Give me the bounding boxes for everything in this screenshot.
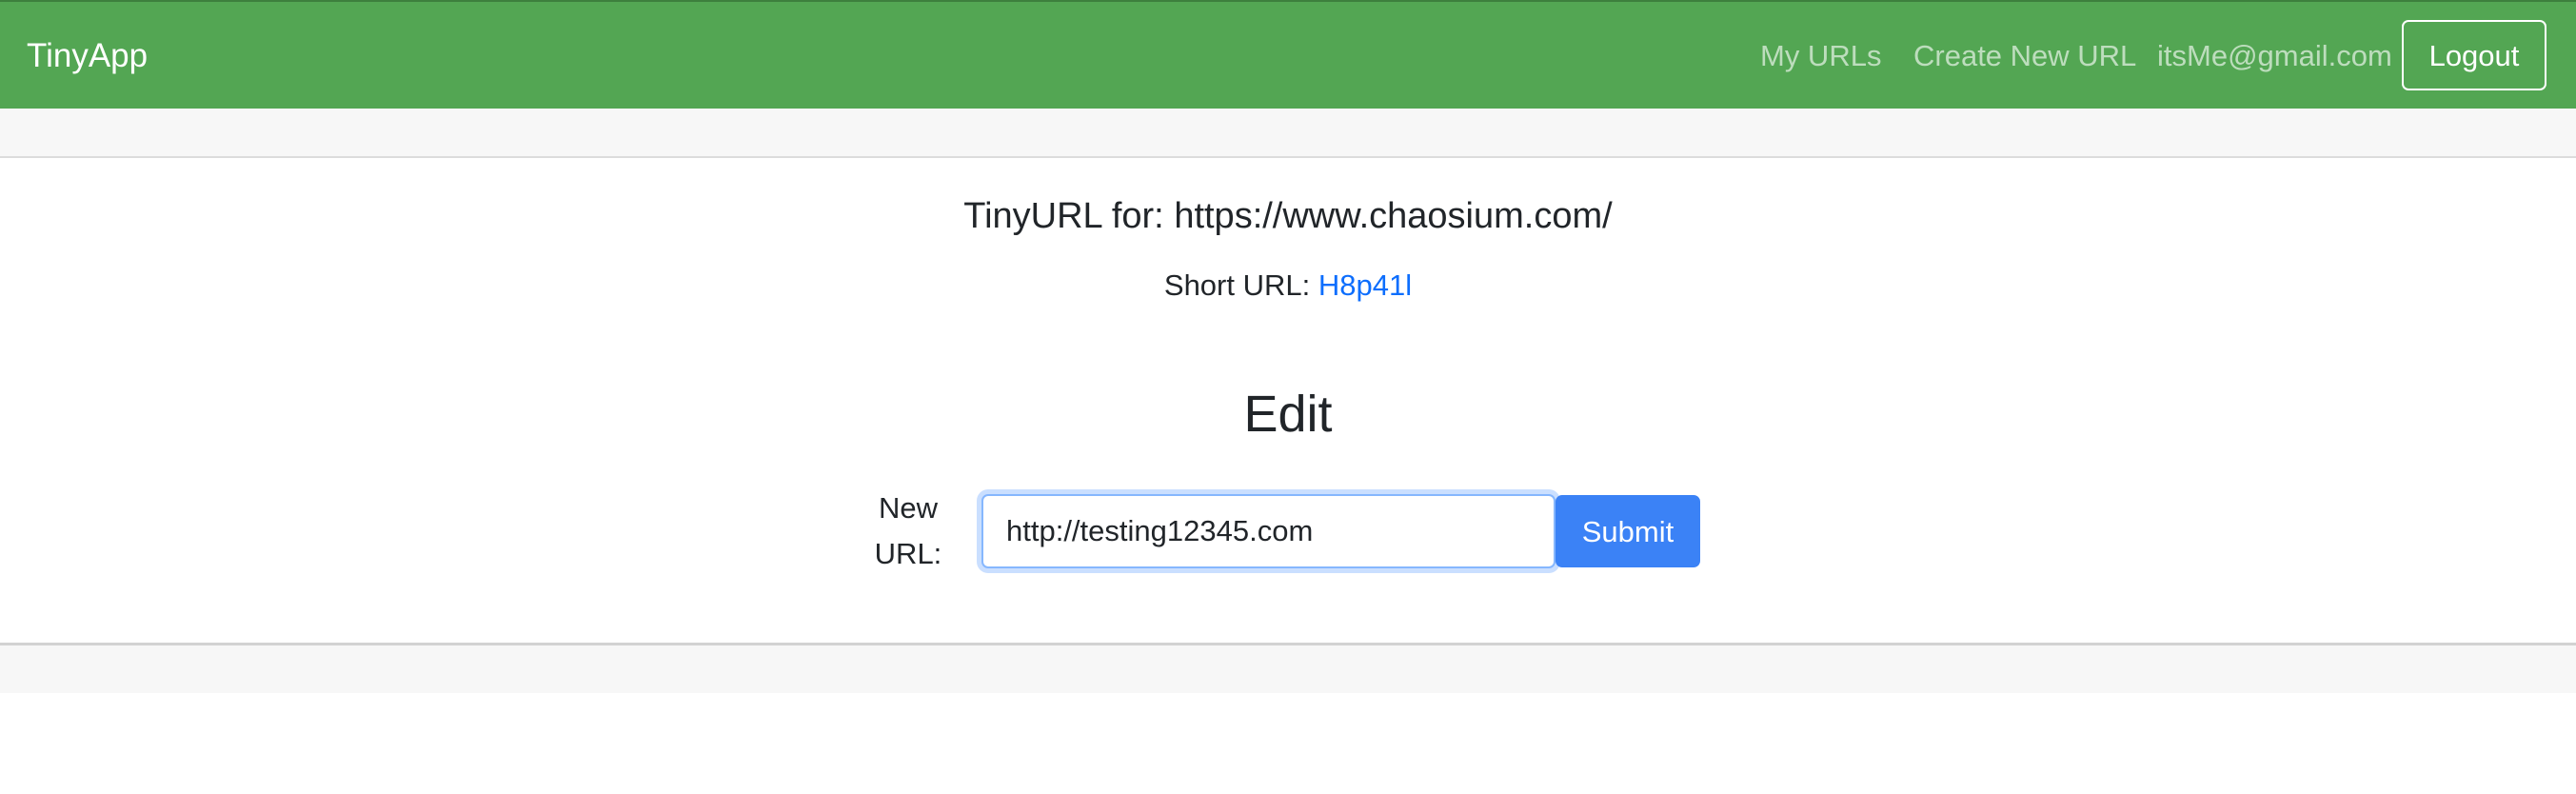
card-title: TinyURL for: https://www.chaosium.com/	[0, 196, 2576, 237]
logout-button[interactable]: Logout	[2402, 20, 2546, 90]
new-url-label: New URL:	[866, 486, 950, 577]
long-url: https://www.chaosium.com/	[1174, 196, 1613, 236]
nav-create-new-url-link[interactable]: Create New URL	[1913, 2, 2136, 110]
page-band-bottom	[0, 645, 2576, 693]
submit-button[interactable]: Submit	[1556, 495, 1700, 567]
edit-heading: Edit	[1243, 386, 1333, 443]
card-title-prefix: TinyURL for:	[963, 196, 1175, 236]
brand-link[interactable]: TinyApp	[27, 2, 148, 110]
new-url-input[interactable]	[981, 494, 1556, 568]
short-url-label: Short URL:	[1163, 268, 1318, 302]
nav-my-urls-link[interactable]: My URLs	[1760, 2, 1881, 110]
user-email: itsMe@gmail.com	[2157, 39, 2392, 72]
short-url-row: Short URL: H8p41l	[0, 268, 2576, 303]
new-url-label-line1: New	[878, 491, 938, 525]
page-band-top	[0, 109, 2576, 156]
navbar: TinyApp My URLs Create New URL itsMe@gma…	[0, 0, 2576, 109]
short-url-link[interactable]: H8p41l	[1318, 268, 1412, 302]
new-url-label-line2: URL:	[874, 537, 942, 570]
